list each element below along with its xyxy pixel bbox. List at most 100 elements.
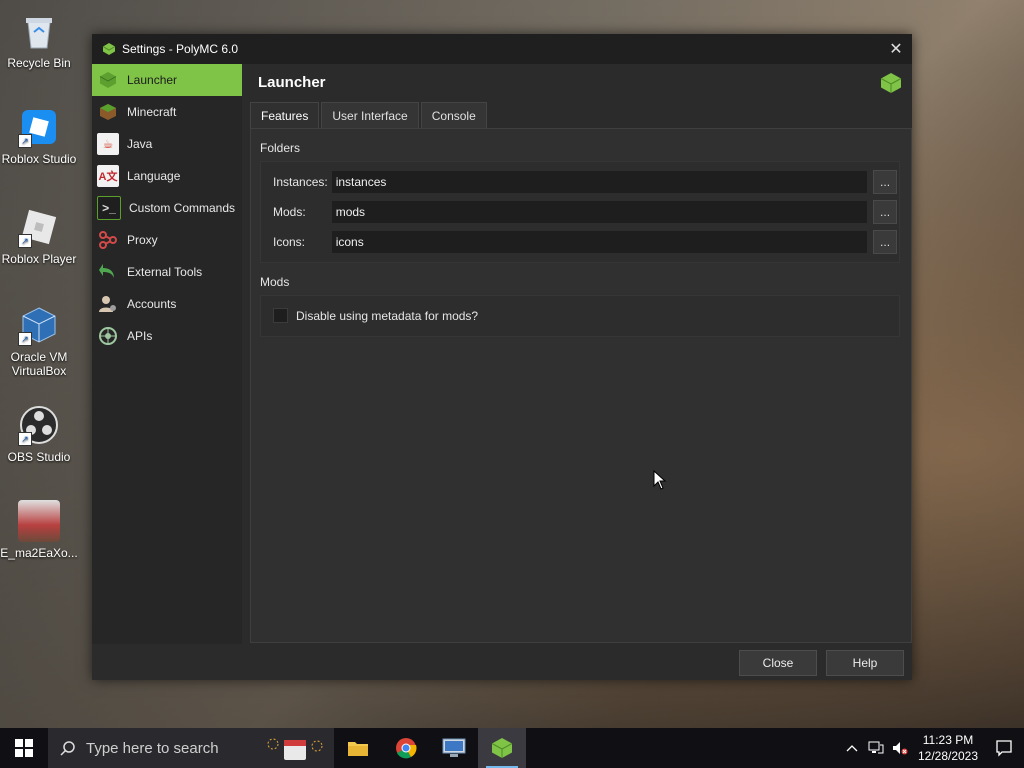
roblox-studio-icon: ↗ bbox=[18, 106, 60, 148]
language-icon: A文 bbox=[97, 165, 119, 187]
instances-label: Instances: bbox=[273, 175, 328, 189]
sidebar-item-label: APIs bbox=[127, 329, 153, 343]
desktop-icon-label: Roblox Studio bbox=[1, 152, 77, 166]
settings-sidebar: Launcher Minecraft ☕ Java A文 Language >_… bbox=[92, 64, 242, 644]
search-icon bbox=[60, 741, 75, 756]
desktop-icon-label: Recycle Bin bbox=[7, 56, 71, 70]
sidebar-item-launcher[interactable]: Launcher bbox=[92, 64, 242, 96]
icons-input[interactable] bbox=[331, 231, 868, 253]
page-title: Launcher bbox=[258, 74, 326, 91]
shortcut-arrow-icon: ↗ bbox=[18, 332, 32, 346]
taskbar-polymc[interactable] bbox=[478, 728, 526, 768]
windows-logo-icon bbox=[15, 739, 33, 757]
shortcut-arrow-icon: ↗ bbox=[18, 234, 32, 248]
recycle-bin-icon bbox=[18, 10, 60, 52]
accounts-icon bbox=[97, 293, 119, 315]
network-icon bbox=[868, 741, 884, 754]
disable-metadata-checkbox[interactable]: Disable using metadata for mods? bbox=[273, 308, 478, 323]
sidebar-item-label: Proxy bbox=[127, 233, 158, 247]
taskbar-clock[interactable]: 11:23 PM 12/28/2023 bbox=[912, 732, 984, 764]
dialog-footer: Close Help bbox=[92, 644, 912, 680]
settings-window: Settings - PolyMC 6.0 ✕ Launcher Minecra… bbox=[92, 34, 912, 680]
icons-browse-button[interactable]: ... bbox=[873, 230, 897, 254]
mouse-cursor-icon bbox=[653, 470, 667, 490]
mods-browse-button[interactable]: ... bbox=[873, 200, 897, 224]
tab-bar: Features User Interface Console bbox=[250, 102, 489, 129]
instances-input[interactable] bbox=[331, 171, 868, 193]
system-tray: 11:23 PM 12/28/2023 bbox=[840, 728, 1024, 768]
file-explorer-icon bbox=[348, 742, 368, 756]
action-center-button[interactable] bbox=[984, 728, 1024, 768]
window-titlebar[interactable]: Settings - PolyMC 6.0 ✕ bbox=[92, 34, 912, 64]
search-placeholder: Type here to search bbox=[86, 739, 219, 757]
tab-console[interactable]: Console bbox=[420, 102, 487, 129]
roblox-player-icon: ↗ bbox=[18, 206, 60, 248]
minecraft-block-icon bbox=[97, 101, 119, 123]
desktop-icon-recycle-bin[interactable]: Recycle Bin bbox=[0, 10, 78, 70]
desktop-icon-obs[interactable]: ↗ OBS Studio bbox=[0, 404, 78, 464]
icons-row: Icons: ... bbox=[273, 230, 897, 254]
show-hidden-icons-button[interactable] bbox=[840, 728, 864, 768]
desktop-icon-label: OBS Studio bbox=[7, 450, 71, 464]
help-button[interactable]: Help bbox=[826, 650, 904, 676]
start-button[interactable] bbox=[0, 728, 48, 768]
java-icon: ☕ bbox=[97, 133, 119, 155]
checkbox-label: Disable using metadata for mods? bbox=[296, 308, 479, 323]
desktop-icon-virtualbox[interactable]: ↗ Oracle VM VirtualBox bbox=[0, 304, 78, 378]
polymc-icon bbox=[880, 73, 902, 93]
tab-user-interface[interactable]: User Interface bbox=[321, 102, 419, 129]
sidebar-item-label: Java bbox=[127, 137, 153, 151]
instances-row: Instances: ... bbox=[273, 170, 897, 194]
taskbar: Type here to search 11:23 PM 12/28/2023 bbox=[0, 728, 1024, 768]
desktop-icon-roblox-studio[interactable]: ↗ Roblox Studio bbox=[0, 106, 78, 166]
remote-desktop-icon bbox=[442, 738, 466, 757]
tab-features[interactable]: Features bbox=[250, 102, 320, 129]
folders-heading: Folders bbox=[260, 141, 301, 155]
polymc-icon bbox=[491, 738, 513, 758]
polymc-icon bbox=[102, 43, 116, 55]
folders-group: Instances: ... Mods: ... Icons: ... bbox=[260, 161, 900, 263]
shortcut-arrow-icon: ↗ bbox=[18, 134, 32, 148]
taskbar-chrome[interactable] bbox=[382, 728, 430, 768]
volume-button[interactable] bbox=[888, 728, 912, 768]
sidebar-item-label: Language bbox=[127, 169, 181, 183]
sidebar-item-java[interactable]: ☕ Java bbox=[92, 128, 242, 160]
desktop-icon-image-file[interactable]: E_ma2EaXo... bbox=[0, 500, 78, 560]
calendar-fireworks-icon bbox=[267, 738, 323, 760]
network-button[interactable] bbox=[864, 728, 888, 768]
sidebar-item-proxy[interactable]: Proxy bbox=[92, 224, 242, 256]
taskbar-remote-desktop[interactable] bbox=[430, 728, 478, 768]
window-title: Settings - PolyMC 6.0 bbox=[122, 42, 239, 56]
image-file-icon bbox=[18, 500, 60, 542]
sidebar-item-apis[interactable]: APIs bbox=[92, 320, 242, 352]
mods-row: Mods: ... bbox=[273, 200, 897, 224]
window-close-button[interactable]: ✕ bbox=[880, 34, 912, 64]
obs-studio-icon: ↗ bbox=[18, 404, 60, 446]
mods-group: Disable using metadata for mods? bbox=[260, 295, 900, 337]
proxy-icon bbox=[97, 229, 119, 251]
desktop-icon-label: Oracle VM VirtualBox bbox=[10, 350, 68, 378]
desktop-icon-label: E_ma2EaXo... bbox=[0, 546, 78, 560]
sidebar-item-custom-commands[interactable]: >_ Custom Commands bbox=[92, 192, 242, 224]
sidebar-item-label: External Tools bbox=[127, 265, 203, 279]
taskbar-search-box[interactable]: Type here to search bbox=[48, 728, 334, 768]
chevron-up-icon bbox=[846, 745, 858, 752]
virtualbox-icon: ↗ bbox=[18, 304, 60, 346]
mods-input[interactable] bbox=[331, 201, 868, 223]
sidebar-item-accounts[interactable]: Accounts bbox=[92, 288, 242, 320]
sidebar-item-external-tools[interactable]: External Tools bbox=[92, 256, 242, 288]
clock-date: 12/28/2023 bbox=[917, 749, 979, 763]
desktop-icon-label: Roblox Player bbox=[1, 252, 77, 266]
desktop-icon-roblox-player[interactable]: ↗ Roblox Player bbox=[0, 206, 78, 266]
sidebar-item-label: Launcher bbox=[127, 73, 178, 87]
sidebar-item-minecraft[interactable]: Minecraft bbox=[92, 96, 242, 128]
close-button[interactable]: Close bbox=[739, 650, 817, 676]
instances-browse-button[interactable]: ... bbox=[873, 170, 897, 194]
sidebar-item-label: Minecraft bbox=[127, 105, 177, 119]
sidebar-item-language[interactable]: A文 Language bbox=[92, 160, 242, 192]
checkbox[interactable] bbox=[273, 308, 288, 323]
clock-time: 11:23 PM bbox=[922, 733, 974, 747]
taskbar-file-explorer[interactable] bbox=[334, 728, 382, 768]
mods-heading: Mods bbox=[260, 275, 290, 289]
external-tools-icon bbox=[97, 261, 119, 283]
